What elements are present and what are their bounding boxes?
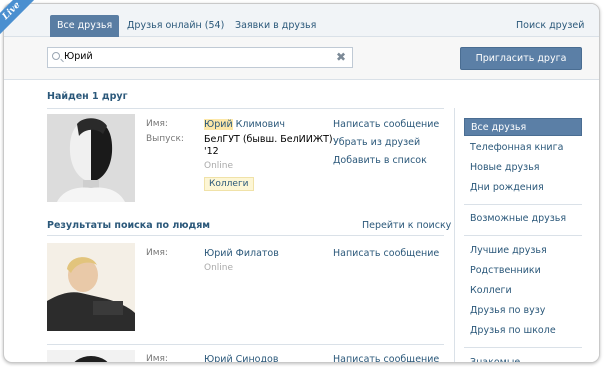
- search-friends-link[interactable]: Поиск друзей: [516, 16, 584, 37]
- write-message-link[interactable]: Написать сообщение: [333, 119, 439, 130]
- friend-photo[interactable]: [47, 114, 135, 202]
- friend-photo-image: [47, 114, 135, 202]
- friend-name[interactable]: Юрий Климович: [204, 119, 285, 130]
- clear-icon[interactable]: ✖: [336, 50, 346, 64]
- search-bar: Юрий ✖ Пригласить друга: [4, 37, 599, 80]
- add-to-list-link[interactable]: Добавить в список: [333, 155, 427, 166]
- graduation-line: БелГУТ (бывш. БелИИЖТ): [204, 134, 333, 145]
- live-ribbon-label: Live: [0, 0, 42, 42]
- sidebar-item-all-friends[interactable]: Все друзья: [464, 118, 582, 136]
- tab-all-friends[interactable]: Все друзья: [50, 15, 120, 37]
- divider: [47, 235, 444, 236]
- sidebar-item-school-friends[interactable]: Друзья по школе: [464, 322, 582, 340]
- name-label: Имя:: [146, 119, 168, 129]
- tab-friends-online[interactable]: Друзья онлайн (54): [127, 16, 224, 37]
- person-photo[interactable]: [47, 243, 135, 331]
- graduation-label: Выпуск:: [146, 134, 184, 144]
- divider: [47, 344, 444, 345]
- sidebar-item-colleagues[interactable]: Коллеги: [464, 282, 582, 300]
- person-photo[interactable]: [47, 350, 135, 362]
- sidebar-divider: [464, 204, 582, 205]
- tabs-bar: Все друзья Друзья онлайн (54) Заявки в д…: [4, 4, 599, 37]
- search-input-value: Юрий: [64, 51, 93, 62]
- friends-window: Все друзья Друзья онлайн (54) Заявки в д…: [3, 3, 600, 363]
- sidebar-divider: [464, 235, 582, 236]
- search-icon: [52, 52, 60, 60]
- sidebar-item-relatives[interactable]: Родственники: [464, 262, 582, 280]
- person-name[interactable]: Юрий Синодов: [204, 354, 278, 362]
- list-badge[interactable]: Коллеги: [204, 177, 254, 191]
- sidebar-item-possible-friends[interactable]: Возможные друзья: [464, 210, 582, 228]
- invite-friend-button[interactable]: Пригласить друга: [460, 47, 582, 70]
- person-name-label: Имя:: [146, 248, 168, 258]
- person-name[interactable]: Юрий Филатов: [204, 248, 279, 259]
- found-title: Найден 1 друг: [47, 91, 128, 102]
- person-write-message-link[interactable]: Написать сообщение: [333, 248, 439, 259]
- name-rest: Климович: [232, 119, 286, 130]
- sidebar-divider: [464, 347, 582, 348]
- graduation-year: '12: [204, 146, 219, 157]
- person-photo-image: [47, 350, 135, 362]
- person-online-status: Online: [204, 263, 234, 273]
- live-ribbon: Live: [0, 0, 42, 42]
- divider: [47, 108, 444, 109]
- people-results-title: Результаты поиска по людям: [47, 220, 211, 231]
- online-status: Online: [204, 161, 234, 171]
- person-write-message-link[interactable]: Написать сообщение: [333, 354, 439, 362]
- sidebar-item-birthdays[interactable]: Дни рождения: [464, 179, 582, 197]
- sidebar-item-acquaintances[interactable]: Знакомые: [464, 354, 582, 362]
- sidebar-item-best-friends[interactable]: Лучшие друзья: [464, 242, 582, 260]
- remove-friend-link[interactable]: Убрать из друзей: [333, 137, 420, 148]
- sidebar-item-phonebook[interactable]: Телефонная книга: [464, 139, 582, 157]
- tab-friend-requests[interactable]: Заявки в друзья: [235, 16, 316, 37]
- search-input[interactable]: Юрий ✖: [47, 47, 353, 68]
- graduation-value: БелГУТ (бывш. БелИИЖТ) '12: [204, 134, 333, 158]
- friends-sidebar: Все друзья Телефонная книга Новые друзья…: [454, 108, 599, 362]
- go-to-search-link[interactable]: Перейти к поиску: [362, 220, 451, 231]
- person-photo-image: [47, 243, 135, 331]
- sidebar-item-university-friends[interactable]: Друзья по вузу: [464, 302, 582, 320]
- sidebar-item-new-friends[interactable]: Новые друзья: [464, 159, 582, 177]
- name-highlight: Юрий: [204, 119, 233, 130]
- person-name-label: Имя:: [146, 354, 168, 363]
